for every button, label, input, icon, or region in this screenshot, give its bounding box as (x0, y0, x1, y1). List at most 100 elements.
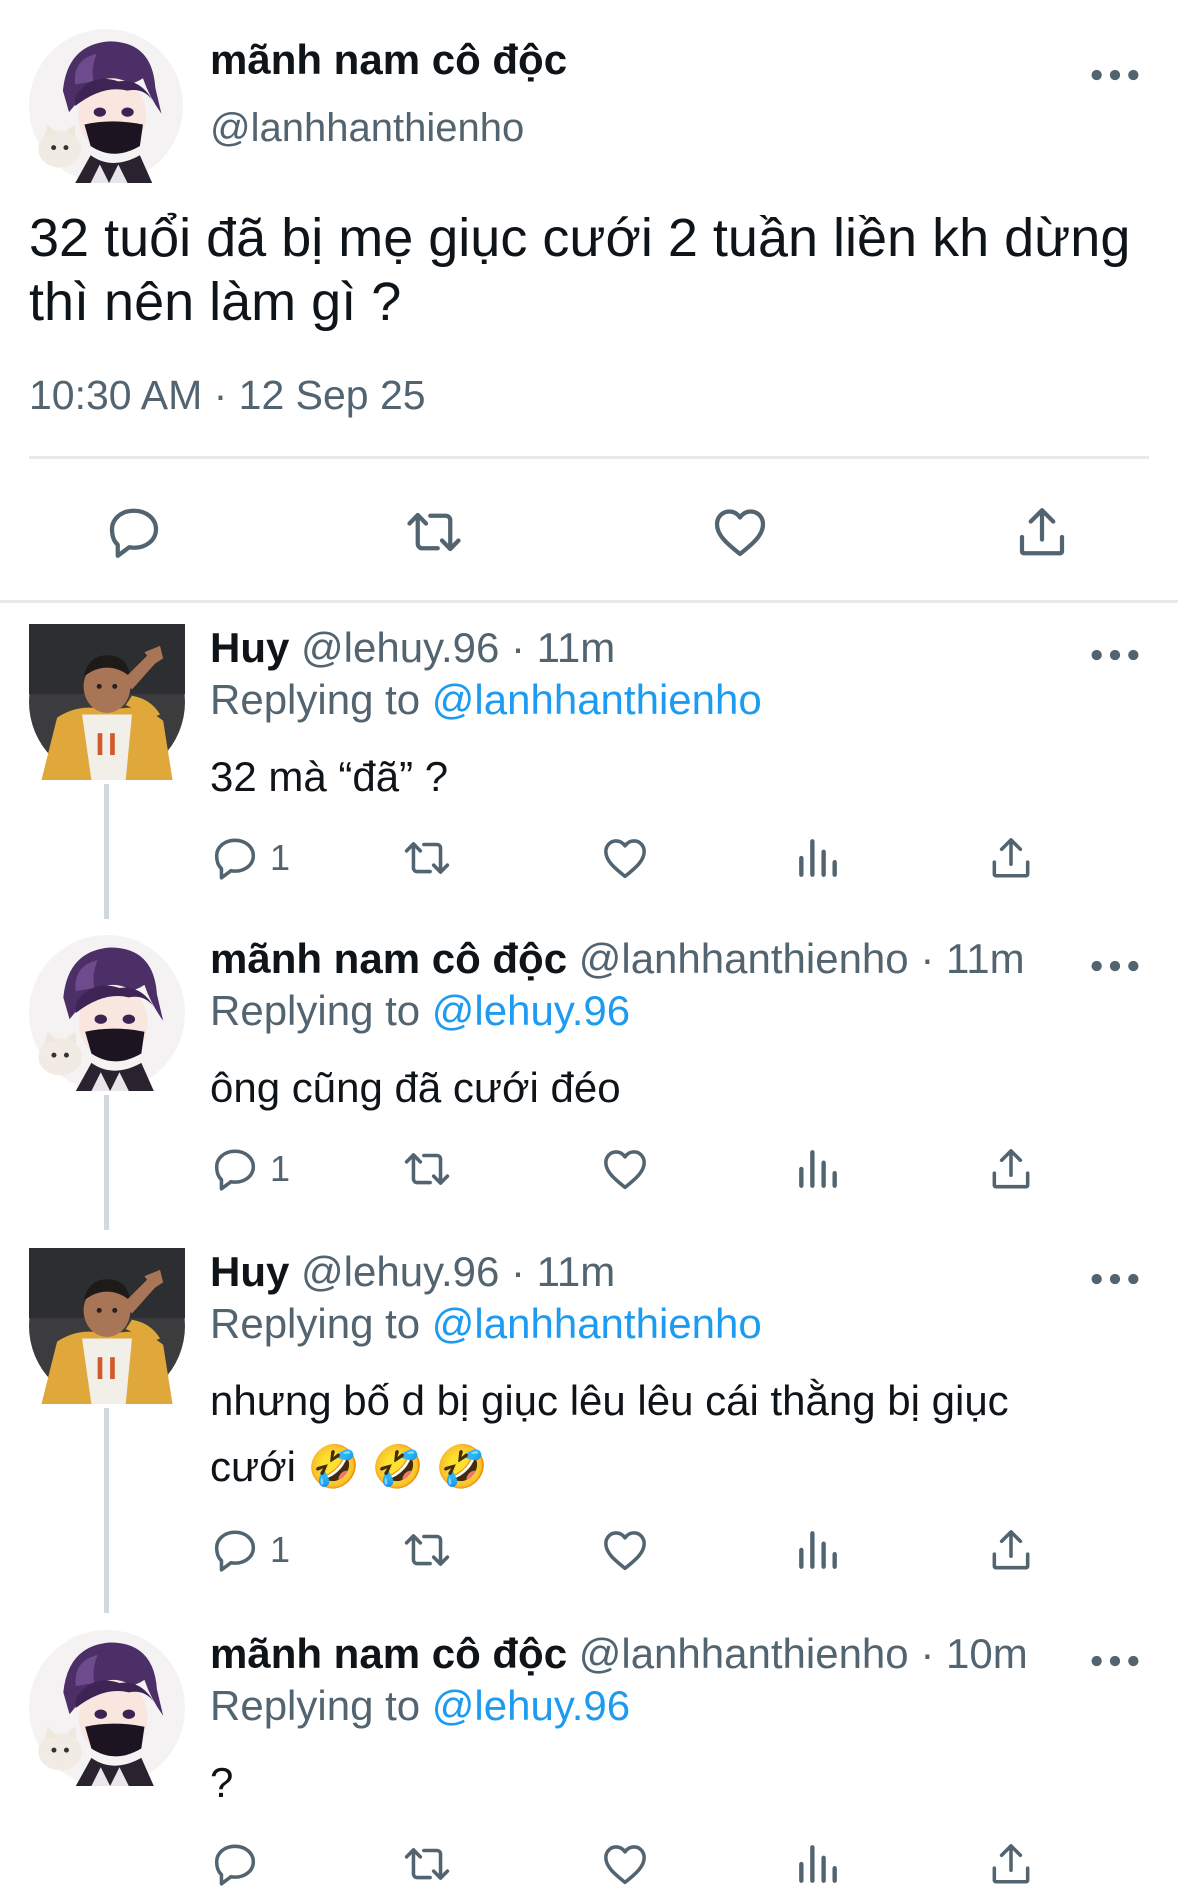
share-icon (986, 1839, 1036, 1889)
retweet-icon (402, 1525, 452, 1575)
share-icon (1012, 502, 1072, 562)
retweet-icon (402, 1144, 452, 1194)
replying-to-label: Replying to (210, 987, 432, 1034)
more-icon[interactable] (1090, 1264, 1140, 1294)
views-icon (793, 1144, 843, 1194)
tweet-timestamp[interactable]: 10:30 AM · 12 Sep 25 (29, 372, 426, 419)
replying-to: Replying to @lanhhanthienho (210, 1300, 762, 1348)
avatar[interactable] (29, 1630, 185, 1786)
user-handle[interactable]: @lanhhanthienho (579, 1630, 909, 1677)
share-button[interactable] (986, 828, 1036, 888)
share-icon (986, 1525, 1036, 1575)
replying-to-label: Replying to (210, 1300, 432, 1347)
reply-time[interactable]: · 10m (920, 1630, 1027, 1677)
heart-icon (710, 502, 770, 562)
reply-time[interactable]: · 11m (511, 1248, 615, 1295)
mention-link[interactable]: @lanhhanthienho (432, 676, 762, 723)
display-name[interactable]: Huy (210, 624, 289, 671)
reply-header: mãnh nam cô độc @lanhhanthienho · 11m (210, 935, 1025, 983)
reply-count: 1 (270, 1148, 291, 1189)
reply-button[interactable] (210, 1834, 270, 1892)
retweet-button[interactable] (402, 828, 452, 888)
reply-tweet[interactable]: Huy @lehuy.96 · 11m Replying to @lanhhan… (0, 604, 1178, 919)
views-button[interactable] (793, 828, 843, 888)
reply-button[interactable] (102, 500, 166, 564)
like-button[interactable] (708, 500, 772, 564)
reply-text: ông cũng đã cưới đéo (210, 1064, 621, 1111)
replying-to: Replying to @lehuy.96 (210, 987, 630, 1035)
retweet-icon (402, 1839, 452, 1889)
reply-icon (210, 833, 260, 883)
retweet-button[interactable] (402, 1520, 452, 1580)
replying-to: Replying to @lehuy.96 (210, 1682, 630, 1730)
reply-icon (210, 1839, 260, 1889)
share-icon (986, 1144, 1036, 1194)
action-bar: 1 (210, 828, 1050, 888)
user-handle[interactable]: @lehuy.96 (301, 1248, 499, 1295)
reply-icon (210, 1144, 260, 1194)
user-handle[interactable]: @lanhhanthienho (210, 106, 524, 151)
thread-line (104, 784, 109, 919)
reply-tweet[interactable]: mãnh nam cô độc @lanhhanthienho · 11m Re… (0, 915, 1178, 1230)
more-icon[interactable] (1090, 640, 1140, 670)
thread-line (104, 1408, 109, 1613)
share-icon (986, 833, 1036, 883)
user-handle[interactable]: @lehuy.96 (301, 624, 499, 671)
reply-time[interactable]: · 11m (511, 624, 615, 671)
reply-header: Huy @lehuy.96 · 11m (210, 1248, 615, 1296)
heart-icon (600, 1839, 650, 1889)
more-icon[interactable] (1090, 1646, 1140, 1676)
reply-tweet[interactable]: mãnh nam cô độc @lanhhanthienho · 10m Re… (0, 1610, 1178, 1892)
display-name[interactable]: mãnh nam cô độc (210, 935, 567, 982)
thread-line (104, 1095, 109, 1230)
reply-time[interactable]: · 11m (920, 935, 1024, 982)
retweet-button[interactable] (402, 1139, 452, 1199)
share-button[interactable] (986, 1834, 1036, 1892)
mention-link[interactable]: @lehuy.96 (432, 1682, 630, 1729)
like-button[interactable] (600, 1520, 650, 1580)
reply-icon (210, 1525, 260, 1575)
display-name[interactable]: mãnh nam cô độc (210, 1630, 567, 1677)
retweet-button[interactable] (402, 1834, 452, 1892)
share-button[interactable] (986, 1139, 1036, 1199)
reply-button[interactable]: 1 (210, 828, 290, 888)
more-icon[interactable] (1090, 951, 1140, 981)
reply-header: mãnh nam cô độc @lanhhanthienho · 10m (210, 1630, 1028, 1678)
reply-button[interactable]: 1 (210, 1139, 290, 1199)
views-button[interactable] (793, 1834, 843, 1892)
like-button[interactable] (600, 828, 650, 888)
display-name[interactable]: Huy (210, 1248, 289, 1295)
views-icon (793, 1525, 843, 1575)
action-bar: 1 (210, 1520, 1050, 1580)
display-name[interactable]: mãnh nam cô độc (210, 36, 567, 84)
avatar[interactable] (29, 624, 185, 780)
like-button[interactable] (600, 1834, 650, 1892)
reply-tweet[interactable]: Huy @lehuy.96 · 11m Replying to @lanhhan… (0, 1228, 1178, 1613)
action-bar: 1 (210, 1139, 1050, 1199)
views-icon (793, 833, 843, 883)
mention-link[interactable]: @lanhhanthienho (432, 1300, 762, 1347)
like-button[interactable] (600, 1139, 650, 1199)
avatar[interactable] (29, 935, 185, 1091)
retweet-button[interactable] (402, 500, 466, 564)
reply-header: Huy @lehuy.96 · 11m (210, 624, 615, 672)
reply-button[interactable]: 1 (210, 1520, 290, 1580)
avatar[interactable] (29, 29, 183, 183)
user-handle[interactable]: @lanhhanthienho (579, 935, 909, 982)
tweet-text: 32 tuổi đã bị mẹ giục cưới 2 tuần liền k… (29, 208, 1131, 332)
replying-to: Replying to @lanhhanthienho (210, 676, 762, 724)
retweet-icon (404, 502, 464, 562)
replying-to-label: Replying to (210, 1682, 432, 1729)
action-bar (210, 1834, 1050, 1892)
views-button[interactable] (793, 1139, 843, 1199)
mention-link[interactable]: @lehuy.96 (432, 987, 630, 1034)
share-button[interactable] (986, 1520, 1036, 1580)
avatar[interactable] (29, 1248, 185, 1404)
views-button[interactable] (793, 1520, 843, 1580)
share-button[interactable] (1010, 500, 1074, 564)
main-tweet: mãnh nam cô độc @lanhhanthienho 32 tuổi … (0, 0, 1178, 603)
replying-to-label: Replying to (210, 676, 432, 723)
divider (29, 456, 1149, 459)
more-icon[interactable] (1090, 60, 1140, 90)
views-icon (793, 1839, 843, 1889)
